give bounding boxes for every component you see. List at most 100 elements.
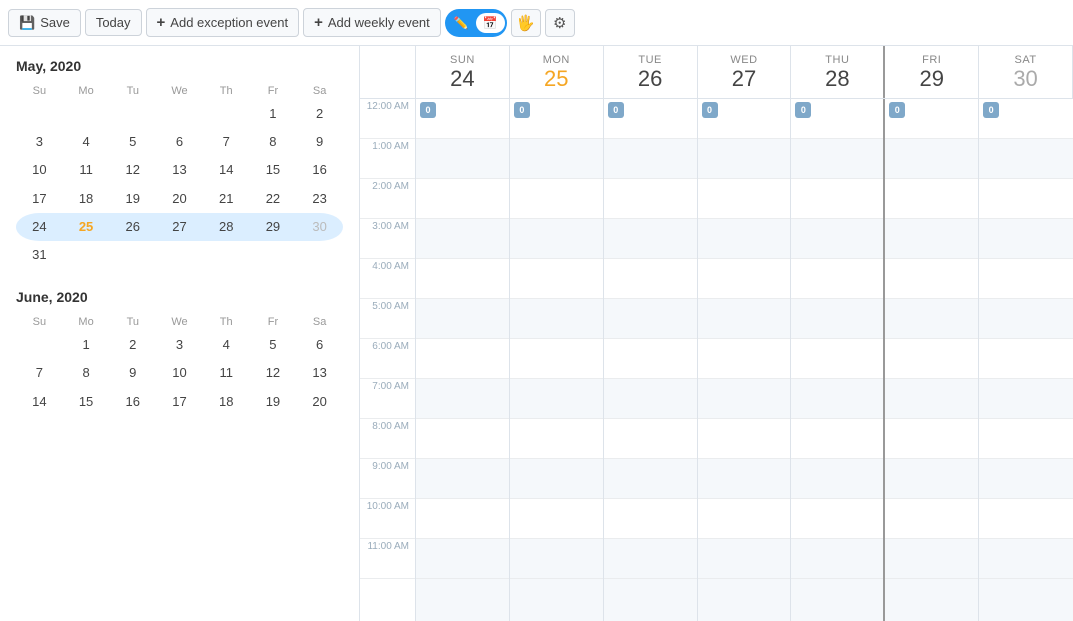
may-day-11[interactable]: 11 bbox=[63, 156, 110, 184]
sun-slot-1[interactable] bbox=[416, 139, 509, 179]
calendar-body[interactable]: 12:00 AM 1:00 AM 2:00 AM 3:00 AM 4:00 AM… bbox=[360, 99, 1073, 621]
tue-slot-3[interactable] bbox=[604, 219, 697, 259]
sun-slot-4[interactable] bbox=[416, 259, 509, 299]
tue-slot-8[interactable] bbox=[604, 419, 697, 459]
jun-day-4[interactable]: 4 bbox=[203, 331, 250, 359]
thu-slot-7[interactable] bbox=[791, 379, 883, 419]
mon-slot-3[interactable] bbox=[510, 219, 603, 259]
tue-slot-7[interactable] bbox=[604, 379, 697, 419]
sun-slot-7[interactable] bbox=[416, 379, 509, 419]
jun-day-5[interactable]: 5 bbox=[250, 331, 297, 359]
may-day-14[interactable]: 14 bbox=[203, 156, 250, 184]
fri-slot-3[interactable] bbox=[885, 219, 978, 259]
mon-slot-5[interactable] bbox=[510, 299, 603, 339]
sun-slot-0[interactable]: 0 bbox=[416, 99, 509, 139]
wed-slot-2[interactable] bbox=[698, 179, 791, 219]
jun-day-15[interactable]: 15 bbox=[63, 388, 110, 416]
sat-slot-8[interactable] bbox=[979, 419, 1073, 459]
jun-day-6[interactable]: 6 bbox=[296, 331, 343, 359]
wed-slot-6[interactable] bbox=[698, 339, 791, 379]
tue-slot-9[interactable] bbox=[604, 459, 697, 499]
may-day-21[interactable]: 21 bbox=[203, 185, 250, 213]
sat-slot-5[interactable] bbox=[979, 299, 1073, 339]
sat-slot-6[interactable] bbox=[979, 339, 1073, 379]
fri-slot-6[interactable] bbox=[885, 339, 978, 379]
sun-slot-3[interactable] bbox=[416, 219, 509, 259]
jun-day-18[interactable]: 18 bbox=[203, 388, 250, 416]
sat-slot-2[interactable] bbox=[979, 179, 1073, 219]
sun-slot-2[interactable] bbox=[416, 179, 509, 219]
jun-day-8[interactable]: 8 bbox=[63, 359, 110, 387]
wed-slot-4[interactable] bbox=[698, 259, 791, 299]
may-day-3[interactable]: 3 bbox=[16, 128, 63, 156]
fri-slot-1[interactable] bbox=[885, 139, 978, 179]
may-day-13[interactable]: 13 bbox=[156, 156, 203, 184]
may-day-27[interactable]: 27 bbox=[156, 213, 203, 241]
tue-slot-11[interactable] bbox=[604, 539, 697, 579]
thu-slot-4[interactable] bbox=[791, 259, 883, 299]
fri-slot-5[interactable] bbox=[885, 299, 978, 339]
jun-day-14[interactable]: 14 bbox=[16, 388, 63, 416]
wed-slot-5[interactable] bbox=[698, 299, 791, 339]
thu-slot-9[interactable] bbox=[791, 459, 883, 499]
sun-slot-11[interactable] bbox=[416, 539, 509, 579]
sat-slot-10[interactable] bbox=[979, 499, 1073, 539]
sun-slot-9[interactable] bbox=[416, 459, 509, 499]
mon-slot-4[interactable] bbox=[510, 259, 603, 299]
may-day-5[interactable]: 5 bbox=[109, 128, 156, 156]
may-day-20[interactable]: 20 bbox=[156, 185, 203, 213]
sun-slot-5[interactable] bbox=[416, 299, 509, 339]
may-day-17[interactable]: 17 bbox=[16, 185, 63, 213]
tue-slot-1[interactable] bbox=[604, 139, 697, 179]
thu-slot-5[interactable] bbox=[791, 299, 883, 339]
may-day-31[interactable]: 31 bbox=[16, 241, 63, 269]
may-day-28[interactable]: 28 bbox=[203, 213, 250, 241]
tue-slot-0[interactable]: 0 bbox=[604, 99, 697, 139]
hand-button[interactable]: 🖐 bbox=[511, 9, 541, 37]
thu-slot-10[interactable] bbox=[791, 499, 883, 539]
may-day-4[interactable]: 4 bbox=[63, 128, 110, 156]
sat-slot-11[interactable] bbox=[979, 539, 1073, 579]
tue-slot-2[interactable] bbox=[604, 179, 697, 219]
mon-slot-8[interactable] bbox=[510, 419, 603, 459]
fri-slot-4[interactable] bbox=[885, 259, 978, 299]
jun-day-16[interactable]: 16 bbox=[109, 388, 156, 416]
settings-button[interactable]: ⚙ bbox=[545, 9, 575, 37]
fri-slot-11[interactable] bbox=[885, 539, 978, 579]
tue-slot-5[interactable] bbox=[604, 299, 697, 339]
mon-slot-1[interactable] bbox=[510, 139, 603, 179]
sat-slot-7[interactable] bbox=[979, 379, 1073, 419]
thu-slot-3[interactable] bbox=[791, 219, 883, 259]
jun-day-9[interactable]: 9 bbox=[109, 359, 156, 387]
save-button[interactable]: 💾 Save bbox=[8, 9, 81, 37]
sat-slot-1[interactable] bbox=[979, 139, 1073, 179]
sat-slot-3[interactable] bbox=[979, 219, 1073, 259]
may-day-9[interactable]: 9 bbox=[296, 128, 343, 156]
jun-day-3[interactable]: 3 bbox=[156, 331, 203, 359]
wed-slot-0[interactable]: 0 bbox=[698, 99, 791, 139]
toggle-calendar[interactable]: 📅 bbox=[476, 13, 505, 33]
thu-slot-6[interactable] bbox=[791, 339, 883, 379]
tue-slot-4[interactable] bbox=[604, 259, 697, 299]
mon-slot-0[interactable]: 0 bbox=[510, 99, 603, 139]
add-weekly-button[interactable]: + Add weekly event bbox=[303, 8, 441, 37]
toggle-edit[interactable]: ✏️ bbox=[447, 13, 476, 33]
may-day-16[interactable]: 16 bbox=[296, 156, 343, 184]
thu-slot-11[interactable] bbox=[791, 539, 883, 579]
sat-slot-0[interactable]: 0 bbox=[979, 99, 1073, 139]
may-day-6[interactable]: 6 bbox=[156, 128, 203, 156]
add-exception-button[interactable]: + Add exception event bbox=[146, 8, 300, 37]
jun-day-11[interactable]: 11 bbox=[203, 359, 250, 387]
mon-slot-2[interactable] bbox=[510, 179, 603, 219]
may-day-26[interactable]: 26 bbox=[109, 213, 156, 241]
may-day-1[interactable]: 1 bbox=[250, 100, 297, 128]
jun-day-17[interactable]: 17 bbox=[156, 388, 203, 416]
may-day-2[interactable]: 2 bbox=[296, 100, 343, 128]
jun-day-19[interactable]: 19 bbox=[250, 388, 297, 416]
may-day-24[interactable]: 24 bbox=[16, 213, 63, 241]
may-day-18[interactable]: 18 bbox=[63, 185, 110, 213]
jun-day-2[interactable]: 2 bbox=[109, 331, 156, 359]
may-day-30[interactable]: 30 bbox=[296, 213, 343, 241]
mon-slot-11[interactable] bbox=[510, 539, 603, 579]
wed-slot-9[interactable] bbox=[698, 459, 791, 499]
